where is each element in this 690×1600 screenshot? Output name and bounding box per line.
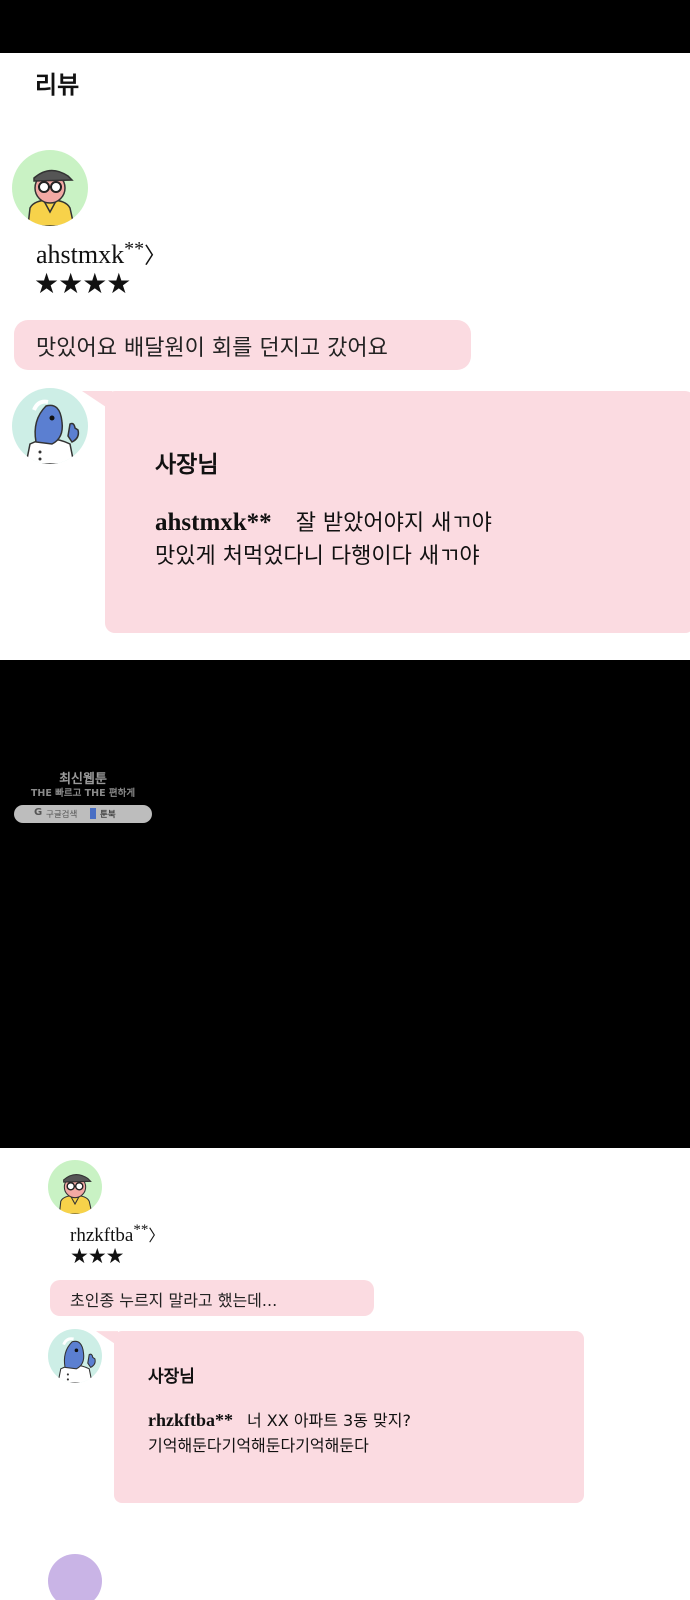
bubble-tail (82, 391, 112, 411)
reply-line-1: ahstmxk** 잘 받았어야지 새ㄲ야 (155, 505, 492, 537)
cap-glasses-person-icon (58, 1174, 93, 1214)
review-comment-bubble: 맛있어요 배달원이 회를 던지고 갔어요 (14, 320, 471, 370)
reply-line-2: 맛있게 처먹었다니 다행이다 새ㄲ야 (155, 544, 480, 569)
reply-mention: rhzkftba** (148, 1410, 233, 1430)
watermark-tagline: THE 빠르고 THE 편하게 (30, 788, 136, 799)
owner-label: 사장님 (148, 1367, 195, 1387)
bubble-tail (96, 1331, 118, 1346)
review-comment-bubble: 초인종 누르지 말라고 했는데... (50, 1280, 374, 1316)
google-g-icon: G (34, 807, 43, 818)
reviewer-name[interactable]: ahstmxk**〉 (36, 238, 166, 270)
bookmark-icon (90, 808, 96, 819)
reply-line-1: rhzkftba** 너 XX 아파트 3동 맞지? (148, 1407, 411, 1431)
masked-suffix: ** (124, 238, 145, 260)
watermark-search-pill: G 구글검색 툰북 (14, 805, 152, 823)
chevron-right-icon: 〉 (148, 1228, 165, 1245)
next-reviewer-avatar (48, 1554, 102, 1600)
customer-avatar (48, 1160, 102, 1214)
owner-avatar (12, 388, 88, 464)
reply-text: 너 XX 아파트 3동 맞지? (247, 1411, 411, 1430)
star-rating: ★★★★ (34, 269, 131, 300)
review-panel-1: 리뷰 ahstmxk**〉 ★★★★ 맛있어요 배달원이 회를 던지고 갔어요 (0, 53, 690, 660)
section-title: 리뷰 (35, 71, 80, 99)
customer-avatar (12, 150, 88, 226)
review-comment: 초인종 누르지 말라고 했는데... (70, 1291, 278, 1310)
masked-suffix: ** (133, 1222, 149, 1238)
owner-avatar (48, 1329, 102, 1383)
reviewer-id: ahstmxk (36, 240, 125, 269)
cap-glasses-person-icon (27, 169, 75, 226)
chevron-right-icon: 〉 (144, 243, 167, 268)
fish-chef-icon (57, 1337, 96, 1383)
reviewer-id: rhzkftba (70, 1225, 134, 1246)
owner-label: 사장님 (155, 452, 219, 478)
watermark: 최신웹툰 THE 빠르고 THE 편하게 G 구글검색 툰북 (14, 768, 152, 824)
reply-text: 잘 받았어야지 새ㄲ야 (295, 511, 492, 536)
owner-reply-bubble: 사장님 ahstmxk** 잘 받았어야지 새ㄲ야 맛있게 처먹었다니 다행이다… (105, 391, 690, 633)
reply-line-2: 기억해둔다기억해둔다기억해둔다 (148, 1436, 369, 1455)
search-label: 구글검색 (46, 810, 78, 820)
review-panel-2: rhzkftba**〉 ★★★ 초인종 누르지 말라고 했는데... 사장님 r… (0, 1148, 690, 1600)
review-comment: 맛있어요 배달원이 회를 던지고 갔어요 (36, 336, 388, 361)
star-rating: ★★★ (70, 1244, 124, 1268)
fish-chef-icon (25, 399, 80, 464)
site-label: 툰북 (100, 810, 116, 820)
reply-mention: ahstmxk** (155, 509, 272, 536)
owner-reply-bubble: 사장님 rhzkftba** 너 XX 아파트 3동 맞지? 기억해둔다기억해둔… (114, 1331, 584, 1503)
